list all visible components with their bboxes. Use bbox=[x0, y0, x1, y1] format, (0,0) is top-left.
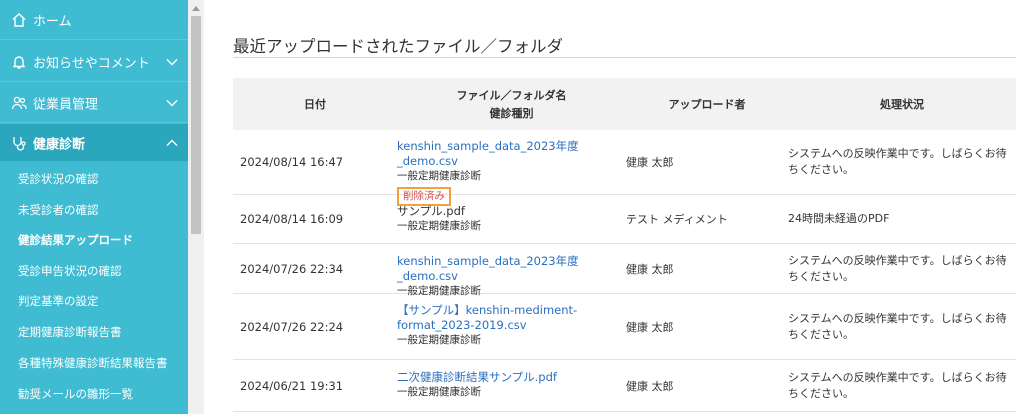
sidebar-item-label: 従業員管理 bbox=[33, 97, 99, 112]
stethoscope-icon bbox=[13, 136, 26, 151]
sidebar-item-label: 健康診断 bbox=[33, 137, 86, 152]
sidebar-subitem-special-report[interactable]: 各種特殊健康診断結果報告書 bbox=[0, 348, 188, 378]
sidebar-item-home[interactable]: ホーム bbox=[0, 0, 188, 40]
file-link[interactable]: kenshin_sample_data_2023年度_demo.csv bbox=[397, 254, 627, 284]
chevron-up-icon bbox=[166, 139, 178, 146]
table-row: 2024/07/26 22:34 kenshin_sample_data_202… bbox=[233, 244, 1016, 297]
file-link[interactable]: 二次健康診断結果サンプル.pdf bbox=[397, 370, 627, 385]
sidebar-scrollbar[interactable] bbox=[188, 0, 204, 414]
row-uploader: テスト メディメント bbox=[626, 213, 728, 226]
sidebar-subitem-periodic-report[interactable]: 定期健康診断報告書 bbox=[0, 317, 188, 347]
file-link[interactable]: kenshin_sample_data_2023年度_demo.csv bbox=[397, 139, 627, 169]
file-name: サンプル.pdf bbox=[397, 204, 465, 218]
row-uploader: 健康 太郎 bbox=[626, 379, 674, 393]
table-header: 日付 ファイル／フォルダ名 健診種別 アップロード者 処理状況 bbox=[233, 78, 1016, 130]
sidebar: ホーム お知らせやコメント 従業員管理 健康診断 受診状況の確認 未受診者の確認… bbox=[0, 0, 188, 414]
row-status: システムへの反映作業中です。しばらくお待ちください。 bbox=[788, 147, 1007, 176]
table-row: 2024/07/26 22:24 【サンプル】kenshin-mediment-… bbox=[233, 294, 1016, 360]
file-link[interactable]: 【サンプル】kenshin-mediment- format_2023-2019… bbox=[397, 303, 627, 333]
row-status: システムへの反映作業中です。しばらくお待ちください。 bbox=[788, 253, 1007, 283]
sidebar-subitem-report-status[interactable]: 受診申告状況の確認 bbox=[0, 256, 188, 286]
header-file: ファイル／フォルダ名 健診種別 bbox=[456, 89, 567, 120]
scrollbar-thumb[interactable] bbox=[191, 16, 201, 234]
title-divider bbox=[233, 57, 1016, 58]
row-date: 2024/06/21 19:31 bbox=[240, 378, 344, 393]
row-date: 2024/07/26 22:24 bbox=[240, 319, 344, 334]
row-date: 2024/08/14 16:47 bbox=[240, 155, 344, 169]
table-row: 2024/08/14 16:09 サンプル.pdf 一般定期健康診断 テスト メ… bbox=[233, 195, 1016, 244]
sidebar-subitem-mail-templates[interactable]: 勧奨メールの雛形一覧 bbox=[0, 379, 188, 409]
exam-kind: 一般定期健康診断 bbox=[397, 334, 481, 346]
table-row: 2024/06/21 19:31 二次健康診断結果サンプル.pdf 一般定期健康… bbox=[233, 360, 1016, 412]
sidebar-subitem-result-upload[interactable]: 健診結果アップロード bbox=[0, 225, 188, 255]
chevron-down-icon bbox=[166, 99, 178, 106]
exam-kind: 一般定期健康診断 bbox=[397, 170, 481, 182]
sidebar-item-label: ホーム bbox=[33, 14, 72, 29]
exam-kind: 一般定期健康診断 bbox=[397, 220, 481, 232]
sidebar-subitem-criteria-settings[interactable]: 判定基準の設定 bbox=[0, 286, 188, 316]
row-date: 2024/08/14 16:09 bbox=[240, 212, 344, 226]
row-uploader: 健康 太郎 bbox=[626, 320, 674, 334]
sidebar-subitem-exam-status[interactable]: 受診状況の確認 bbox=[0, 164, 188, 194]
users-icon bbox=[11, 96, 27, 109]
row-uploader: 健康 太郎 bbox=[626, 262, 674, 276]
page-title: 最近アップロードされたファイル／フォルダ bbox=[233, 37, 563, 56]
table-row: 2024/08/14 16:47 kenshin_sample_data_202… bbox=[233, 130, 1016, 206]
sidebar-item-employees[interactable]: 従業員管理 bbox=[0, 83, 188, 123]
header-status: 処理状況 bbox=[880, 98, 924, 111]
header-date: 日付 bbox=[304, 98, 326, 111]
home-icon bbox=[12, 12, 26, 27]
main-content: 最近アップロードされたファイル／フォルダ 日付 ファイル／フォルダ名 健診種別 … bbox=[204, 0, 1016, 414]
row-date: 2024/07/26 22:34 bbox=[240, 261, 344, 276]
sidebar-item-notices[interactable]: お知らせやコメント bbox=[0, 42, 188, 82]
sidebar-item-label: お知らせやコメント bbox=[33, 56, 150, 71]
header-uploader: アップロード者 bbox=[668, 98, 746, 111]
bell-icon bbox=[12, 55, 26, 69]
sidebar-item-health-checkup[interactable]: 健康診断 bbox=[0, 124, 188, 162]
scroll-up-arrow-icon[interactable] bbox=[192, 6, 200, 11]
chevron-down-icon bbox=[166, 58, 178, 65]
sidebar-subitem-unexamined[interactable]: 未受診者の確認 bbox=[0, 195, 188, 225]
row-status: 24時間未経過のPDF bbox=[788, 212, 890, 225]
row-status: システムへの反映作業中です。しばらくお待ちください。 bbox=[788, 311, 1007, 341]
row-uploader: 健康 太郎 bbox=[626, 156, 674, 169]
exam-kind: 一般定期健康診断 bbox=[397, 386, 481, 398]
row-status: システムへの反映作業中です。しばらくお待ちください。 bbox=[788, 370, 1007, 400]
